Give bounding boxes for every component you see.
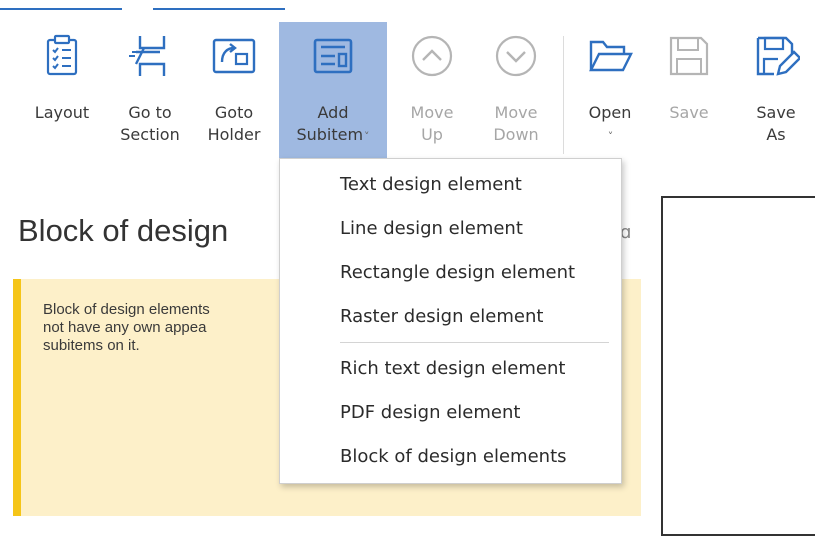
open-label-text: Open [588, 103, 632, 122]
layout-button[interactable]: Layout [24, 22, 100, 172]
save-icon [669, 36, 709, 76]
menu-item-text-design-element[interactable]: Text design element [340, 174, 522, 195]
arrow-down-circle-icon [495, 35, 537, 77]
save-as-icon [756, 36, 800, 76]
open-button[interactable]: Open ˅ [574, 22, 646, 172]
ribbon-separator [563, 36, 564, 154]
info-note-text: Block of design elements not have any ow… [43, 301, 210, 354]
open-label: Open ˅ [574, 102, 646, 148]
menu-item-rectangle-design-element[interactable]: Rectangle design element [340, 262, 575, 283]
menu-item-pdf-design-element[interactable]: PDF design element [340, 402, 520, 423]
add-subitem-label-text: Add Subitem [296, 103, 364, 144]
move-up-label: Move Up [410, 103, 454, 144]
add-subitem-icon [313, 38, 353, 74]
go-to-section-label: Go to Section [120, 103, 180, 144]
move-down-button[interactable]: Move Down [476, 22, 556, 172]
go-to-section-button[interactable]: Go to Section [108, 22, 192, 172]
tab-indicator-left [0, 8, 122, 10]
tab-indicator-right [153, 8, 285, 10]
menu-item-line-design-element[interactable]: Line design element [340, 218, 523, 239]
goto-holder-icon [212, 38, 256, 74]
arrow-up-circle-icon [411, 35, 453, 77]
menu-item-raster-design-element[interactable]: Raster design element [340, 306, 543, 327]
save-as-button[interactable]: Save As [738, 22, 814, 172]
preview-panel [661, 196, 815, 536]
chevron-down-icon: ˅ [607, 130, 614, 143]
save-button[interactable]: Save [654, 22, 724, 172]
chevron-down-icon: ˅ [364, 130, 370, 143]
add-subitem-label: Add Subitem˅ [279, 102, 387, 148]
save-label: Save [669, 103, 709, 122]
goto-holder-label: Goto Holder [207, 103, 261, 144]
move-up-button[interactable]: Move Up [394, 22, 470, 172]
goto-holder-button[interactable]: Goto Holder [194, 22, 274, 172]
menu-item-rich-text-design-element[interactable]: Rich text design element [340, 358, 565, 379]
go-to-section-icon [129, 36, 166, 76]
clipboard-checklist-icon [46, 34, 78, 76]
add-subitem-dropdown: Text design element Line design element … [279, 158, 622, 484]
add-subitem-button[interactable]: Add Subitem˅ [279, 22, 387, 168]
page-title: Block of design [18, 213, 229, 248]
ribbon-toolbar: Layout Go to Section Goto Holder Add Sub… [0, 22, 815, 172]
folder-open-icon [589, 40, 633, 72]
layout-label: Layout [34, 103, 90, 122]
save-as-label: Save As [756, 103, 796, 144]
move-down-label: Move Down [493, 103, 539, 144]
menu-separator [340, 342, 609, 343]
menu-item-block-of-design-elements[interactable]: Block of design elements [340, 446, 567, 467]
